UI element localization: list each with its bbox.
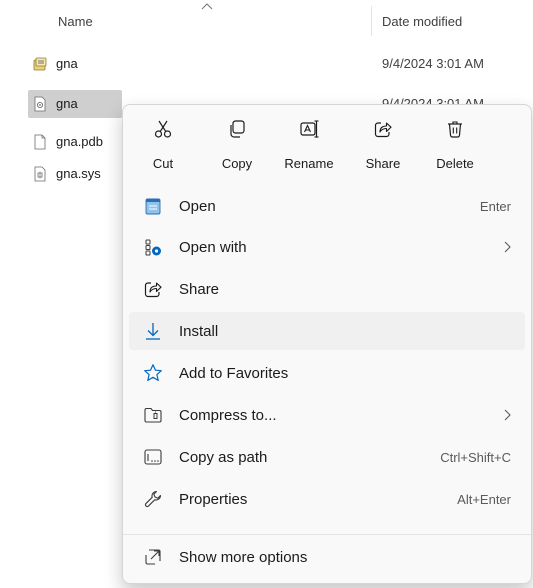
zip-folder-icon xyxy=(144,407,162,423)
context-menu: Cut Copy Rename Share Delete Open Enter … xyxy=(122,104,532,584)
shortcut-text: Ctrl+Shift+C xyxy=(440,450,511,465)
copy-icon xyxy=(230,120,245,138)
menu-item-show-more-options[interactable]: Show more options xyxy=(129,538,525,576)
cut-button[interactable]: Cut xyxy=(131,113,195,173)
file-name: gna.pdb xyxy=(56,134,103,149)
menu-item-compress-to[interactable]: Compress to... xyxy=(129,396,525,434)
rename-label: Rename xyxy=(284,156,334,171)
menu-item-share[interactable]: Share xyxy=(129,270,525,308)
menu-item-copy-as-path[interactable]: Copy as path Ctrl+Shift+C xyxy=(129,438,525,476)
menu-item-install[interactable]: Install xyxy=(129,312,525,350)
shortcut-text: Enter xyxy=(479,199,511,214)
share-label: Share xyxy=(365,156,401,171)
path-icon xyxy=(144,449,162,465)
download-arrow-icon xyxy=(146,323,160,340)
share-icon xyxy=(374,122,392,138)
rename-icon xyxy=(300,120,319,138)
copy-label: Copy xyxy=(221,156,253,171)
file-row[interactable]: gna.pdb xyxy=(28,128,122,156)
menu-item-properties[interactable]: Properties Alt+Enter xyxy=(129,480,525,518)
trash-icon xyxy=(448,121,462,138)
star-icon xyxy=(144,364,162,381)
file-row[interactable]: gna xyxy=(28,50,348,78)
wrench-icon xyxy=(144,490,162,508)
menu-item-open[interactable]: Open Enter xyxy=(129,187,525,225)
sort-chevron-up-icon xyxy=(201,3,213,10)
file-row-selected[interactable]: gna xyxy=(28,90,122,118)
copy-button[interactable]: Copy xyxy=(205,113,269,173)
menu-item-add-to-favorites[interactable]: Add to Favorites xyxy=(129,354,525,392)
file-name: gna.sys xyxy=(56,166,101,181)
menu-item-label: Properties xyxy=(179,491,248,508)
menu-item-label: Open xyxy=(179,198,216,215)
menu-item-label: Show more options xyxy=(179,549,308,566)
expand-icon xyxy=(145,549,161,565)
menu-item-label: Share xyxy=(179,281,220,298)
menu-item-label: Add to Favorites xyxy=(179,365,289,382)
menu-item-label: Copy as path xyxy=(179,449,268,466)
delete-label: Delete xyxy=(436,156,474,171)
column-divider[interactable] xyxy=(371,6,372,36)
cut-label: Cut xyxy=(152,156,174,171)
file-name: gna xyxy=(56,96,78,111)
menu-item-label: Open with xyxy=(179,239,247,256)
share-icon xyxy=(144,282,162,298)
share-button[interactable]: Share xyxy=(351,113,415,173)
menu-item-label: Compress to... xyxy=(179,407,277,424)
notepad-icon xyxy=(145,198,161,215)
chevron-right-icon xyxy=(504,409,511,421)
file-row[interactable]: gna.sys xyxy=(28,160,122,188)
shortcut-text: Alt+Enter xyxy=(457,492,511,507)
blank-file-icon xyxy=(34,134,46,150)
menu-item-label: Install xyxy=(179,323,219,340)
delete-button[interactable]: Delete xyxy=(423,113,487,173)
file-date: 9/4/2024 3:01 AM xyxy=(382,56,484,71)
setup-information-icon xyxy=(33,57,47,71)
column-header-name[interactable]: Name xyxy=(58,14,93,29)
menu-separator xyxy=(123,534,531,535)
system-file-icon xyxy=(34,166,46,182)
open-with-icon xyxy=(145,239,161,256)
menu-item-open-with[interactable]: Open with xyxy=(129,228,525,266)
rename-button[interactable]: Rename xyxy=(277,113,341,173)
chevron-right-icon xyxy=(504,241,511,253)
system-settings-file-icon xyxy=(34,96,46,112)
file-name: gna xyxy=(56,56,78,71)
column-header-date-modified[interactable]: Date modified xyxy=(382,14,462,29)
scissors-icon xyxy=(154,120,172,138)
